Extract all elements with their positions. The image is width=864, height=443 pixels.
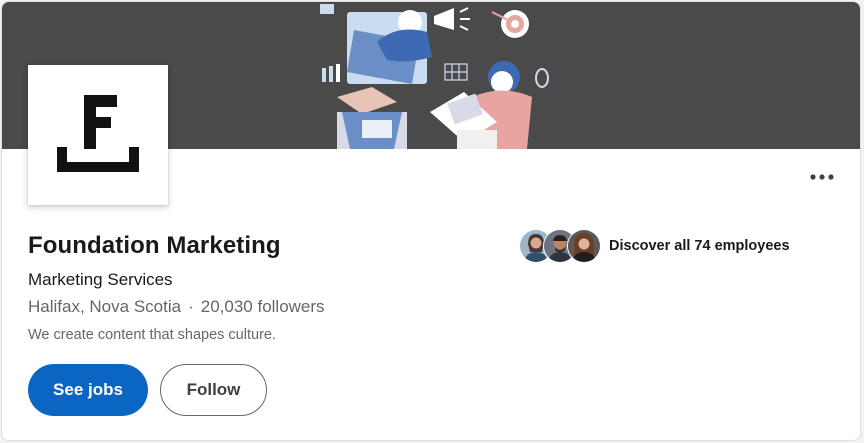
cover-figure-right: [430, 61, 549, 149]
cover-grid: [444, 63, 468, 81]
cover-target: [491, 10, 529, 38]
company-meta: Halifax, Nova Scotia · 20,030 followers: [28, 297, 325, 317]
discover-employees-link[interactable]: Discover all 74 employees: [519, 228, 790, 264]
company-header-card: Foundation Marketing Marketing Services …: [1, 1, 861, 441]
follow-button[interactable]: Follow: [160, 364, 267, 416]
employee-avatar-stack: [519, 229, 601, 263]
employee-avatar: [567, 229, 601, 263]
cover-megaphone: [434, 7, 470, 31]
foundation-logo-icon: [57, 95, 139, 172]
see-jobs-button[interactable]: See jobs: [28, 364, 148, 416]
company-industry: Marketing Services: [28, 270, 173, 289]
company-tagline: We create content that shapes culture.: [28, 327, 276, 343]
company-name: Foundation Marketing: [28, 232, 281, 259]
company-logo: [28, 65, 168, 205]
more-options-button[interactable]: [802, 162, 842, 192]
discover-employees-label: Discover all 74 employees: [609, 238, 790, 254]
company-location: Halifax, Nova Scotia: [28, 297, 182, 316]
cover-figure-left: [320, 4, 432, 149]
more-horizontal-icon: [810, 174, 834, 180]
follower-count[interactable]: 20,030 followers: [201, 297, 325, 316]
meta-separator: ·: [188, 297, 194, 316]
